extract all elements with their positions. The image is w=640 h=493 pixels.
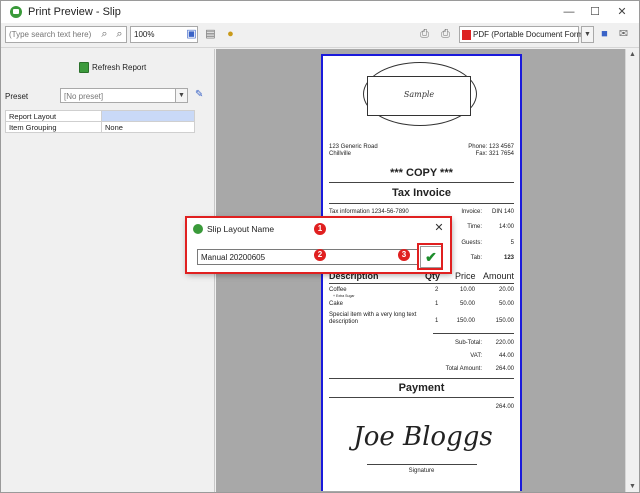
callout-frame <box>417 243 443 270</box>
time-label: Time: <box>467 224 482 230</box>
quick-print-icon[interactable]: ⎙ <box>438 27 453 42</box>
item-amount: 150.00 <box>495 318 514 324</box>
property-name: Item Grouping <box>5 121 102 133</box>
total-value: 264.00 <box>495 366 514 372</box>
payment-title: Payment <box>398 382 445 394</box>
export-format-select[interactable]: PDF (Portable Document Format) <box>459 26 593 43</box>
vat-value: 44.00 <box>498 353 514 359</box>
item-amount: 20.00 <box>498 287 514 293</box>
logo-text: Sample <box>403 90 435 99</box>
print-icon[interactable]: ⎙ <box>417 27 432 42</box>
report-options-panel: Refresh Report Preset [No preset] ▼ ✎ Re… <box>1 49 215 492</box>
callout-badge-2: 2 <box>314 249 326 261</box>
zoom-fit-icon[interactable]: ▣ <box>184 27 199 42</box>
title-bar: Print Preview - Slip — ☐ ✕ <box>1 1 639 23</box>
signature-line <box>367 464 477 465</box>
guests-value: 5 <box>510 240 514 246</box>
subtotal-value: 220.00 <box>495 340 514 346</box>
preset-label: Preset <box>5 92 29 101</box>
document-title: Tax Invoice <box>391 187 452 199</box>
invoice-value: DIN 140 <box>491 209 514 215</box>
edit-preset-icon[interactable]: ✎ <box>195 89 207 101</box>
item-price: 10.00 <box>459 287 475 293</box>
divider <box>329 397 514 398</box>
dialog-title: Slip Layout Name <box>207 224 275 234</box>
divider <box>329 378 514 379</box>
item-name: Special item with a very long text descr… <box>329 312 417 325</box>
invoice-label: Invoice: <box>461 209 482 215</box>
divider <box>329 203 514 204</box>
preset-value: [No preset] <box>64 92 104 101</box>
scroll-up-icon[interactable]: ▲ <box>629 51 636 58</box>
tab-label: Tab: <box>470 255 482 261</box>
callout-badge-1: 1 <box>314 223 326 235</box>
pdf-icon <box>462 30 471 40</box>
export-format-label: PDF (Portable Document Format) <box>473 30 593 39</box>
item-name: Cake <box>329 301 344 307</box>
toolbar: ⌕ ⌕ ▣ ▤ ● ⎙ ⎙ PDF (Portable Document For… <box>1 23 639 48</box>
address-line-1: 123 Generic Road <box>329 144 378 150</box>
callout-badge-3: 3 <box>398 249 410 261</box>
refresh-icon <box>79 61 89 73</box>
signature-image: Joe Bloggs <box>353 422 493 452</box>
phone-text: Phone: 123 4567 <box>468 144 514 150</box>
item-price: 50.00 <box>459 301 475 307</box>
save-icon[interactable]: ■ <box>597 27 612 42</box>
vat-label: VAT: <box>470 353 482 359</box>
tax-info: Tax information 1234-56-7890 <box>329 209 409 215</box>
vertical-scrollbar[interactable]: ▲ ▼ <box>625 49 639 492</box>
item-qty: 1 <box>435 318 439 324</box>
refresh-report-label: Refresh Report <box>92 62 147 72</box>
app-icon <box>193 224 203 234</box>
property-value[interactable] <box>101 110 195 122</box>
item-name: Coffee <box>329 287 347 293</box>
guests-label: Guests: <box>461 240 482 246</box>
preset-select[interactable]: [No preset] ▼ <box>60 88 188 103</box>
column-amount: Amount <box>483 271 515 281</box>
chevron-down-icon[interactable]: ▼ <box>581 26 594 43</box>
properties-grid: Report Layout Item Grouping None <box>5 110 195 133</box>
property-row[interactable]: Item Grouping None <box>5 121 195 133</box>
tab-value: 123 <box>503 255 514 261</box>
maximize-button[interactable]: ☐ <box>583 4 607 20</box>
item-price: 150.00 <box>456 318 475 324</box>
item-note: + Extra Sugar <box>333 294 355 298</box>
address-line-2: Chillville <box>329 151 352 157</box>
divider <box>329 283 514 284</box>
refresh-report-button[interactable]: Refresh Report <box>79 60 146 74</box>
item-qty: 2 <box>435 287 439 293</box>
copy-banner: *** COPY *** <box>390 167 453 179</box>
close-icon[interactable]: ✕ <box>432 221 446 235</box>
column-price: Price <box>455 271 476 281</box>
subtotal-label: Sub-Total: <box>454 340 482 346</box>
app-icon <box>10 6 22 18</box>
property-name: Report Layout <box>5 110 102 122</box>
item-amount: 50.00 <box>498 301 514 307</box>
close-window-button[interactable]: ✕ <box>610 4 634 20</box>
divider <box>433 333 514 334</box>
total-label: Total Amount: <box>445 366 482 372</box>
fax-text: Fax: 321 7654 <box>475 151 514 157</box>
property-row[interactable]: Report Layout <box>5 110 195 122</box>
property-value[interactable]: None <box>101 121 195 133</box>
item-qty: 1 <box>435 301 439 307</box>
page-setup-icon[interactable]: ▤ <box>203 27 218 42</box>
layout-editor-icon[interactable]: ● <box>223 27 238 42</box>
find-previous-icon[interactable]: ⌕ <box>97 27 112 42</box>
scroll-down-icon[interactable]: ▼ <box>629 483 636 490</box>
divider <box>329 182 514 183</box>
time-value: 14:00 <box>498 224 514 230</box>
minimize-button[interactable]: — <box>557 4 581 20</box>
signature-label: Signature <box>408 468 435 474</box>
chevron-down-icon: ▼ <box>175 89 187 102</box>
window-title: Print Preview - Slip <box>28 6 121 18</box>
payment-value: 264.00 <box>495 404 514 410</box>
layout-name-input[interactable] <box>197 249 419 265</box>
email-icon[interactable]: ✉ <box>616 27 631 42</box>
find-next-icon[interactable]: ⌕ <box>112 27 127 42</box>
